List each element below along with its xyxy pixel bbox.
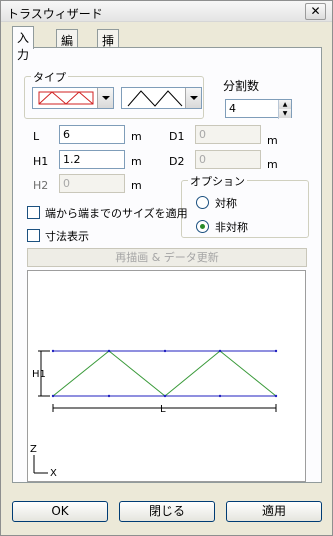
redraw-button[interactable]: 再描画 & データ更新 [27,248,307,267]
field-l-value: 6 [63,128,70,141]
field-d1-input[interactable]: 0 [195,125,261,144]
field-d2-label: D2 [169,155,185,168]
apply-button[interactable]: 適用 [226,501,322,522]
checkbox-end-to-end[interactable] [27,206,40,219]
h1-dimension-label: H1 [32,369,46,380]
field-h2-input[interactable]: 0 [59,174,125,193]
spin-down-icon[interactable]: ▼ [279,109,291,118]
title-bar[interactable]: トラスウィザード ✕ [1,1,332,22]
field-h2-value: 0 [63,177,70,190]
chevron-down-icon[interactable] [185,88,201,108]
chevron-down-icon[interactable] [97,88,113,108]
truss-preview: H1 L Z X [27,270,306,482]
field-d1-unit: m [267,134,278,147]
truss-nodes [51,349,278,398]
tab-panel: タイプ 分割数 4 ▲ ▼ L 6 m H1 1.2 m H2 0 m D1 0… [12,47,322,483]
truss-preview-drawing: H1 L Z X [30,349,278,479]
l-dimension-label: L [160,404,166,415]
truss-type-icon-zigzag [127,90,183,107]
field-d2-value: 0 [199,153,206,166]
truss-wizard-window: トラスウィザード ✕ 入力 編集 挿入 タイプ 分割数 4 [0,0,333,536]
field-d2-unit: m [267,158,278,171]
type-select-left[interactable] [32,87,114,109]
ok-button[interactable]: OK [12,501,108,522]
type-select-right[interactable] [121,87,202,109]
divisions-input[interactable]: 4 ▲ ▼ [225,99,292,119]
field-l-input[interactable]: 6 [59,125,125,144]
checkbox-show-dimensions[interactable] [27,229,40,242]
field-h2-label: H2 [33,179,49,192]
checkbox-show-dimensions-label[interactable]: 寸法表示 [45,228,89,244]
radio-asymmetric[interactable] [196,220,209,233]
field-l-unit: m [131,130,142,143]
field-h2-unit: m [131,179,142,192]
tab-edit[interactable]: 編集 [56,29,79,65]
field-d2-input[interactable]: 0 [195,150,261,169]
tab-insert[interactable]: 挿入 [97,29,120,65]
window-title: トラスウィザード [7,7,103,21]
z-axis-label: Z [30,444,37,455]
field-h1-value: 1.2 [63,153,81,166]
field-h1-input[interactable]: 1.2 [59,150,125,169]
radio-symmetric[interactable] [196,196,209,209]
field-d1-label: D1 [169,130,185,143]
checkbox-end-to-end-label[interactable]: 端から端までのサイズを適用 [45,205,188,221]
truss-web [52,350,277,397]
field-d1-value: 0 [199,128,206,141]
options-group-label: オプション [188,173,247,189]
divisions-value: 4 [229,102,236,115]
close-icon[interactable]: ✕ [305,3,326,20]
divisions-label: 分割数 [223,79,260,93]
type-group-label: タイプ [31,69,68,85]
field-l-label: L [33,130,40,143]
x-axis-label: X [50,468,57,479]
field-h1-unit: m [131,155,142,168]
field-h1-label: H1 [33,155,49,168]
close-button[interactable]: 閉じる [119,501,215,522]
spin-up-icon[interactable]: ▲ [279,100,291,109]
tab-input[interactable]: 入力 [12,26,35,62]
truss-type-icon-outline [38,91,94,105]
divisions-spinner[interactable]: ▲ ▼ [278,100,291,119]
radio-asymmetric-label[interactable]: 非対称 [215,219,248,235]
radio-symmetric-label[interactable]: 対称 [215,195,237,211]
